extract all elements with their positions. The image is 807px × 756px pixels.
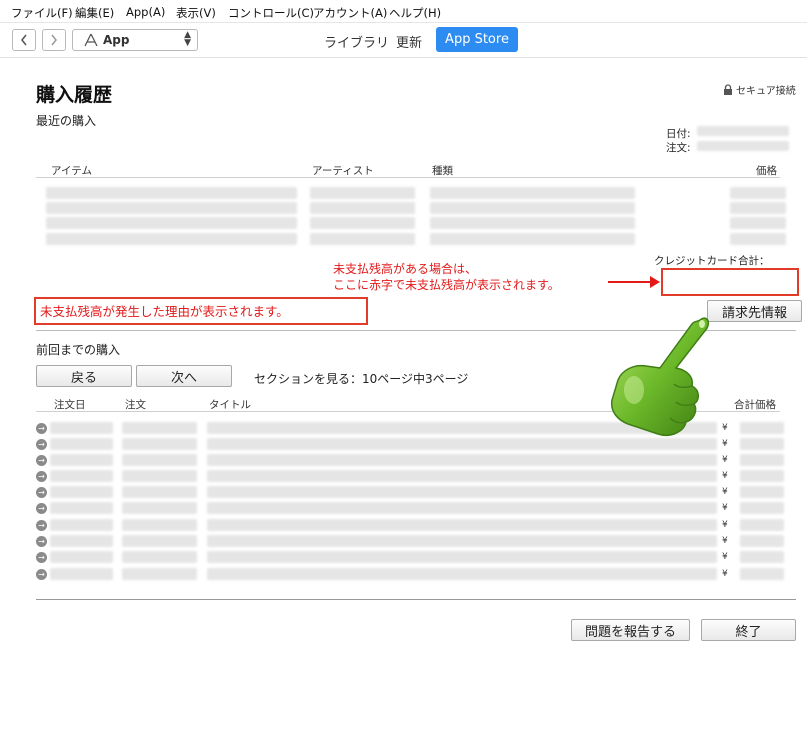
yen-symbol: ¥ — [722, 455, 728, 465]
yen-symbol: ¥ — [722, 503, 728, 513]
app-store-icon — [83, 33, 99, 50]
yen-symbol: ¥ — [722, 552, 728, 562]
toolbar-divider — [0, 57, 807, 58]
row-arrow-icon[interactable]: → — [36, 471, 47, 482]
col-artist: アーティスト — [312, 165, 374, 177]
yen-symbol: ¥ — [722, 471, 728, 481]
yen-symbol: ¥ — [722, 536, 728, 546]
col-total-price: 合計価格 — [734, 399, 776, 411]
col-order-date: 注文日 — [54, 399, 86, 411]
row-arrow-icon[interactable]: → — [36, 503, 47, 514]
credit-total-highlight — [661, 268, 799, 296]
reason-annotation: 未支払残高が発生した理由が表示されます。 — [40, 304, 289, 319]
menu-file[interactable]: ファイル(F) — [11, 5, 73, 21]
date-label: 日付: — [666, 128, 691, 140]
tab-library[interactable]: ライブラリ — [324, 32, 389, 51]
menu-app[interactable]: App(A) — [126, 5, 165, 19]
row-arrow-icon[interactable]: → — [36, 487, 47, 498]
row-arrow-icon[interactable]: → — [36, 423, 47, 434]
secure-connection: セキュア接続 — [723, 82, 796, 97]
chevron-right-icon — [51, 34, 57, 46]
balance-annotation-line2: ここに赤字で未支払残高が表示されます。 — [333, 278, 560, 292]
yen-symbol: ¥ — [722, 487, 728, 497]
recent-heading: 最近の購入 — [36, 114, 97, 128]
menu-bar: ファイル(F) 編集(E) App(A) 表示(V) コントロール(C) アカウ… — [0, 0, 807, 23]
billing-info-button[interactable]: 請求先情報 — [707, 300, 802, 322]
tab-app-store[interactable]: App Store — [436, 27, 518, 52]
red-arrow-icon — [608, 276, 660, 288]
col-item: アイテム — [51, 165, 92, 177]
menu-edit[interactable]: 編集(E) — [75, 5, 114, 21]
back-button[interactable]: 戻る — [36, 365, 132, 387]
menu-controls[interactable]: コントロール(C) — [228, 5, 314, 21]
yen-symbol: ¥ — [722, 520, 728, 530]
row-arrow-icon[interactable]: → — [36, 536, 47, 547]
menu-view[interactable]: 表示(V) — [176, 5, 216, 21]
menu-help[interactable]: ヘルプ(H) — [389, 5, 441, 21]
pagination-label: セクションを見る：10ページ中3ページ — [254, 372, 469, 386]
order-label: 注文: — [666, 142, 691, 154]
lock-icon — [724, 84, 732, 95]
row-arrow-icon[interactable]: → — [36, 520, 47, 531]
col-order: 注文 — [125, 399, 146, 411]
yen-symbol: ¥ — [722, 423, 728, 433]
bottom-divider — [36, 599, 796, 600]
chevron-left-icon — [21, 34, 27, 46]
pointing-hand-icon — [610, 317, 710, 436]
forward-nav-button[interactable] — [42, 29, 66, 51]
credit-total-label: クレジットカード合計： — [654, 255, 770, 267]
tab-updates[interactable]: 更新 — [396, 32, 422, 51]
col-type: 種類 — [432, 165, 453, 177]
row-arrow-icon[interactable]: → — [36, 552, 47, 563]
secure-label: セキュア接続 — [736, 86, 796, 97]
row-arrow-icon[interactable]: → — [36, 569, 47, 580]
yen-symbol: ¥ — [722, 569, 728, 579]
next-button[interactable]: 次へ — [136, 365, 232, 387]
back-nav-button[interactable] — [12, 29, 36, 51]
row-arrow-icon[interactable]: → — [36, 439, 47, 450]
menu-account[interactable]: アカウント(A) — [313, 5, 387, 21]
col-title: タイトル — [209, 399, 251, 411]
media-type-label: App — [103, 33, 130, 47]
previous-heading: 前回までの購入 — [36, 343, 121, 357]
recent-table-divider — [36, 177, 780, 178]
row-arrow-icon[interactable]: → — [36, 455, 47, 466]
report-problem-button[interactable]: 問題を報告する — [571, 619, 690, 641]
col-price: 価格 — [756, 165, 777, 177]
updown-icon: ▲ ▼ — [184, 30, 191, 48]
page-title: 購入履歴 — [36, 84, 113, 106]
yen-symbol: ¥ — [722, 439, 728, 449]
balance-annotation: 未支払残高がある場合は、 ここに赤字で未支払残高が表示されます。 — [333, 261, 560, 293]
done-button[interactable]: 終了 — [701, 619, 796, 641]
media-type-select[interactable]: App ▲ ▼ — [72, 29, 198, 51]
balance-annotation-line1: 未支払残高がある場合は、 — [333, 262, 478, 276]
